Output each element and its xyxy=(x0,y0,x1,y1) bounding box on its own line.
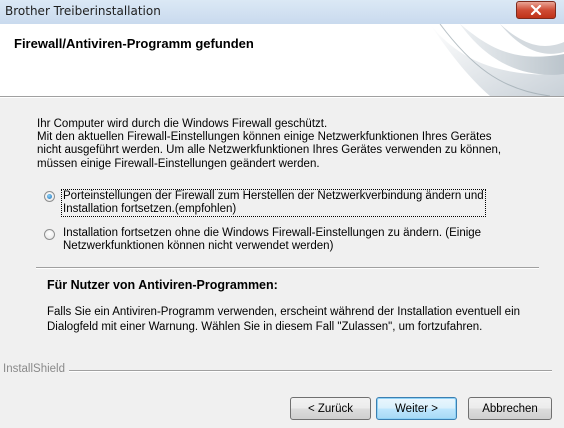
option-change-firewall-label[interactable]: Porteinstellungen der Firewall zum Herst… xyxy=(61,189,486,217)
intro-line: nicht ausgeführt werden. Um alle Netzwer… xyxy=(37,144,502,157)
window-title: Brother Treiberinstallation xyxy=(5,4,161,18)
intro-text: Ihr Computer wird durch die Windows Fire… xyxy=(37,118,537,171)
section-divider xyxy=(36,267,539,269)
next-button[interactable]: Weiter > xyxy=(376,397,457,420)
close-icon xyxy=(530,5,542,15)
antivirus-line: Falls Sie ein Antiviren-Programm verwend… xyxy=(47,306,521,318)
antivirus-text: Falls Sie ein Antiviren-Programm verwend… xyxy=(47,305,520,335)
intro-line: müssen einige Firewall-Einstellungen geä… xyxy=(37,157,320,170)
option-label-line: Netzwerkfunktionen können nicht verwende… xyxy=(63,240,334,252)
cancel-button[interactable]: Abbrechen xyxy=(468,397,552,420)
header-panel: Firewall/Antiviren-Programm gefunden xyxy=(0,24,564,97)
back-button[interactable]: < Zurück xyxy=(290,397,371,420)
close-button[interactable] xyxy=(516,1,556,19)
footer-divider xyxy=(60,370,552,372)
page-title: Firewall/Antiviren-Programm gefunden xyxy=(14,36,254,51)
installshield-brand: InstallShield xyxy=(3,363,70,375)
option-label-line: Installation fortsetzen.(empfohlen) xyxy=(63,203,237,215)
antivirus-heading: Für Nutzer von Antiviren-Programmen: xyxy=(47,278,278,292)
option-skip-firewall-label[interactable]: Installation fortsetzen ohne die Windows… xyxy=(63,227,481,253)
intro-line: Mit den aktuellen Firewall-Einstellungen… xyxy=(37,131,492,144)
installer-dialog: Brother Treiberinstallation Firewall/Ant… xyxy=(0,0,564,428)
intro-line: Ihr Computer wird durch die Windows Fire… xyxy=(37,118,328,130)
option-label-line: Porteinstellungen der Firewall zum Herst… xyxy=(63,190,484,202)
header-swoosh-graphic xyxy=(430,24,564,96)
radio-change-firewall[interactable] xyxy=(44,191,55,202)
antivirus-line: Dialogfeld mit einer Warnung. Wählen Sie… xyxy=(47,321,483,333)
option-label-line: Installation fortsetzen ohne die Windows… xyxy=(63,227,482,239)
title-bar[interactable]: Brother Treiberinstallation xyxy=(0,0,564,25)
focus-outline: Porteinstellungen der Firewall zum Herst… xyxy=(61,189,486,217)
radio-skip-firewall[interactable] xyxy=(44,229,55,240)
